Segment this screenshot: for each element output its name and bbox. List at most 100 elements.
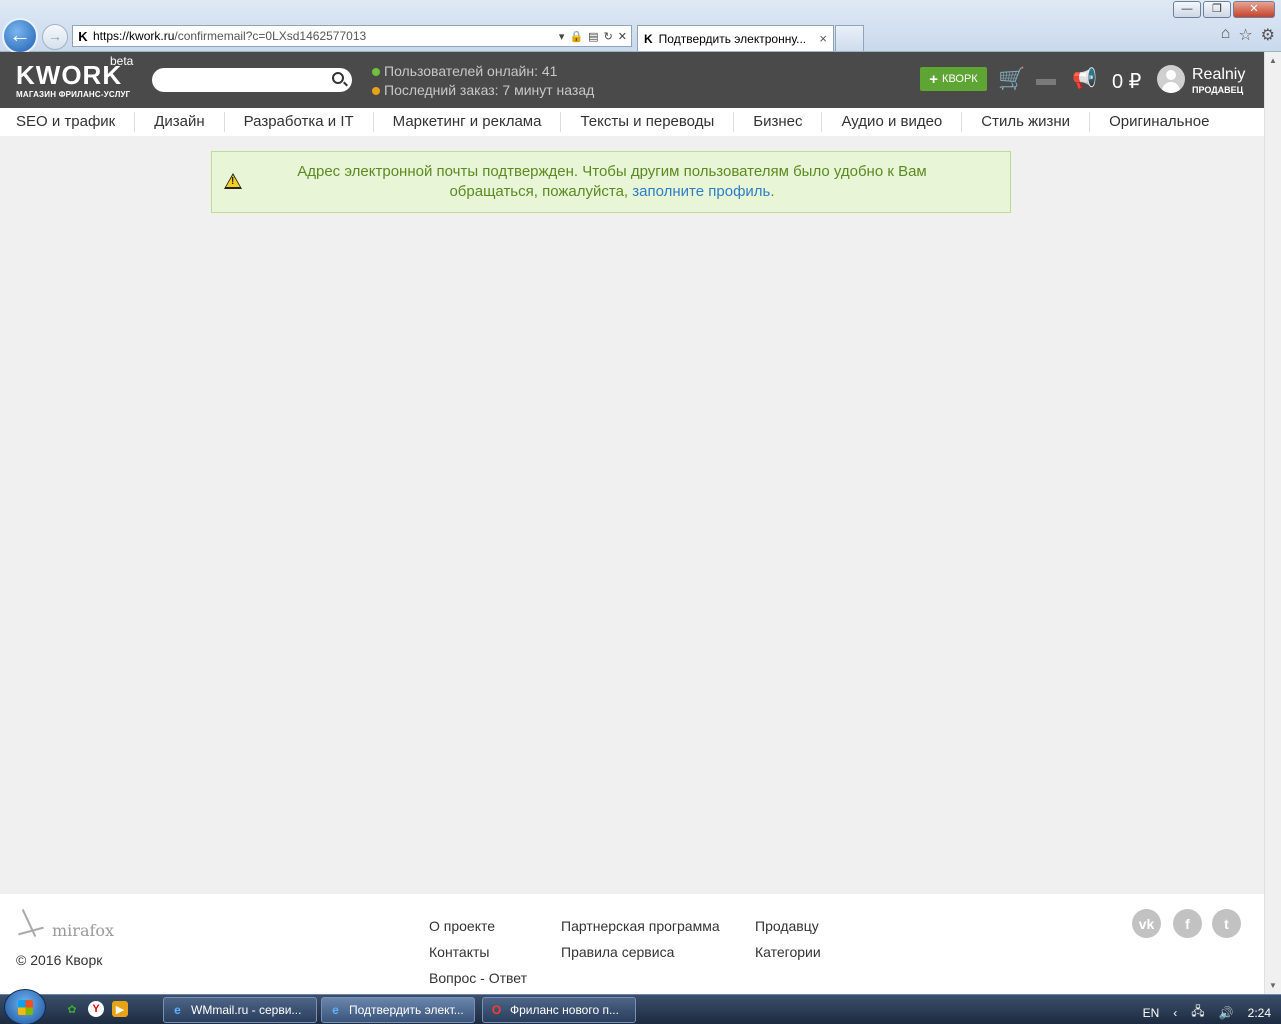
tab-favicon-icon: K — [644, 31, 653, 46]
category-business[interactable]: Бизнес — [734, 112, 823, 132]
dropdown-icon[interactable]: ▾ — [559, 30, 565, 43]
address-url[interactable]: https://kwork.ru/confirmemail?c=0LXsd146… — [93, 29, 559, 43]
taskbar-app-label: Подтвердить элект... — [349, 1003, 464, 1017]
browser-chrome: — ❐ ✕ ← → K https://kwork.ru/confirmemai… — [0, 0, 1281, 54]
refresh-icon[interactable]: ↻ — [604, 30, 613, 43]
site-header: KWORK beta МАГАЗИН ФРИЛАНС-УСЛУГ Пользов… — [0, 52, 1264, 108]
category-texts[interactable]: Тексты и переводы — [561, 112, 735, 132]
mirafox-mark-icon — [16, 908, 48, 940]
category-lifestyle[interactable]: Стиль жизни — [962, 112, 1091, 132]
forward-button[interactable]: → — [42, 24, 68, 50]
kwork-logo[interactable]: KWORK beta МАГАЗИН ФРИЛАНС-УСЛУГ — [16, 54, 133, 99]
order-dot-icon — [372, 86, 380, 95]
mirafox-logo[interactable]: mirafox — [16, 908, 114, 940]
stop-icon[interactable]: ✕ — [618, 30, 627, 43]
close-window-button[interactable]: ✕ — [1233, 1, 1275, 18]
user-role: ПРОДАВЕЦ — [1192, 85, 1244, 95]
footer-link-contacts[interactable]: Контакты — [429, 939, 527, 965]
tab-close-icon[interactable]: × — [819, 31, 827, 46]
new-tab-button[interactable] — [835, 25, 864, 51]
twitter-icon[interactable]: t — [1212, 909, 1241, 938]
compat-view-icon[interactable]: ▤ — [588, 30, 598, 43]
arrow-left-icon: ← — [9, 22, 31, 47]
back-button[interactable]: ← — [2, 18, 38, 54]
tab-current[interactable]: K Подтвердить электронну... × — [637, 25, 834, 51]
quick-launch: ✿ Y ▶ — [64, 1001, 128, 1017]
category-audio-video[interactable]: Аудио и видео — [822, 112, 963, 132]
email-confirmed-alert: Адрес электронной почты подтвержден. Что… — [211, 151, 1011, 213]
facebook-icon[interactable]: f — [1173, 909, 1202, 938]
taskbar-app-kwork[interactable]: e Подтвердить элект... — [321, 997, 475, 1023]
messages-icon[interactable]: ▬ — [1036, 68, 1056, 90]
browser-toolbar: ⌂ ☆ ⚙ — [1221, 25, 1275, 45]
footer-link-categories[interactable]: Категории — [755, 939, 821, 965]
icq-icon[interactable]: ✿ — [64, 1001, 80, 1017]
address-bar[interactable]: K https://kwork.ru/confirmemail?c=0LXsd1… — [72, 25, 632, 47]
add-kwork-button[interactable]: + КВОРК — [920, 67, 987, 91]
last-order-stat: Последний заказ: 7 минут назад — [372, 81, 594, 100]
tab-title: Подтвердить электронну... — [658, 31, 807, 46]
minimize-button[interactable]: — — [1173, 1, 1201, 18]
site-favicon-icon: K — [78, 28, 88, 44]
lock-icon[interactable]: 🔒 — [569, 30, 583, 43]
vk-icon[interactable]: vk — [1132, 909, 1161, 938]
footer-col-3: Продавцу Категории — [755, 913, 821, 965]
search-input[interactable] — [152, 68, 352, 92]
logo-beta: beta — [110, 54, 134, 68]
start-button[interactable] — [4, 989, 46, 1024]
gear-icon[interactable]: ⚙ — [1261, 25, 1275, 45]
category-development[interactable]: Разработка и IT — [225, 112, 374, 132]
category-design[interactable]: Дизайн — [135, 112, 225, 132]
scroll-down-icon[interactable]: ▼ — [1269, 981, 1277, 990]
opera-icon: O — [491, 1002, 502, 1017]
star-icon[interactable]: ☆ — [1238, 25, 1252, 45]
search-icon[interactable] — [332, 72, 344, 84]
last-order: Последний заказ: 7 минут назад — [384, 82, 595, 98]
restore-button[interactable]: ❐ — [1203, 1, 1231, 18]
home-icon[interactable]: ⌂ — [1221, 25, 1231, 45]
avatar[interactable] — [1157, 65, 1185, 93]
notifications-icon[interactable]: 📢 — [1072, 68, 1097, 90]
volume-icon[interactable]: 🔊 — [1219, 1006, 1234, 1020]
site-footer: mirafox © 2016 Кворк О проекте Контакты … — [0, 894, 1264, 994]
footer-link-seller[interactable]: Продавцу — [755, 913, 821, 939]
fill-profile-link[interactable]: заполните профиль — [632, 183, 770, 200]
language-indicator[interactable]: EN — [1143, 1006, 1160, 1020]
taskbar: ✿ Y ▶ e WMmail.ru - серви... e Подтверди… — [0, 989, 1281, 1024]
network-icon[interactable]: 🖧 — [1191, 1002, 1204, 1023]
main-content: Адрес электронной почты подтвержден. Что… — [0, 136, 1264, 894]
footer-col-2: Партнерская программа Правила сервиса — [561, 913, 720, 965]
footer-link-rules[interactable]: Правила сервиса — [561, 939, 720, 965]
footer-link-faq[interactable]: Вопрос - Ответ — [429, 965, 527, 991]
cart-icon[interactable]: 🛒 — [998, 68, 1025, 90]
warning-icon — [224, 173, 242, 189]
url-scheme: https:// — [93, 29, 130, 43]
tray-expand-icon[interactable]: ‹ — [1173, 1006, 1177, 1020]
alert-message: Адрес электронной почты подтвержден. Что… — [252, 162, 972, 202]
username[interactable]: Realniy — [1192, 67, 1245, 83]
balance[interactable]: 0 ₽ — [1112, 69, 1141, 94]
footer-link-about[interactable]: О проекте — [429, 913, 527, 939]
scroll-up-icon[interactable]: ▲ — [1269, 56, 1277, 65]
footer-link-partner[interactable]: Партнерская программа — [561, 913, 720, 939]
copyright: © 2016 Кворк — [16, 952, 103, 968]
ie-icon: e — [174, 1002, 181, 1017]
taskbar-app-wmmail[interactable]: e WMmail.ru - серви... — [163, 997, 317, 1023]
category-marketing[interactable]: Маркетинг и реклама — [374, 112, 562, 132]
online-stat: Пользователей онлайн: 41 — [372, 62, 594, 81]
media-player-icon[interactable]: ▶ — [112, 1001, 128, 1017]
taskbar-app-opera[interactable]: O Фриланс нового п... — [482, 997, 636, 1023]
online-dot-icon — [372, 67, 380, 76]
yandex-icon[interactable]: Y — [88, 1001, 104, 1017]
alert-text: Адрес электронной почты подтвержден. Что… — [297, 163, 927, 200]
ie-icon: e — [332, 1002, 339, 1017]
category-original[interactable]: Оригинальное — [1090, 112, 1228, 132]
add-kwork-label: КВОРК — [942, 73, 978, 85]
category-seo[interactable]: SEO и трафик — [0, 112, 136, 132]
page-scrollbar[interactable]: ▲ ▼ — [1264, 52, 1281, 994]
taskbar-app-label: WMmail.ru - серви... — [191, 1003, 302, 1017]
clock[interactable]: 2:24 — [1248, 1006, 1271, 1020]
taskbar-app-label: Фриланс нового п... — [510, 1003, 619, 1017]
alert-text-end: . — [770, 183, 775, 200]
plus-icon: + — [929, 70, 939, 88]
